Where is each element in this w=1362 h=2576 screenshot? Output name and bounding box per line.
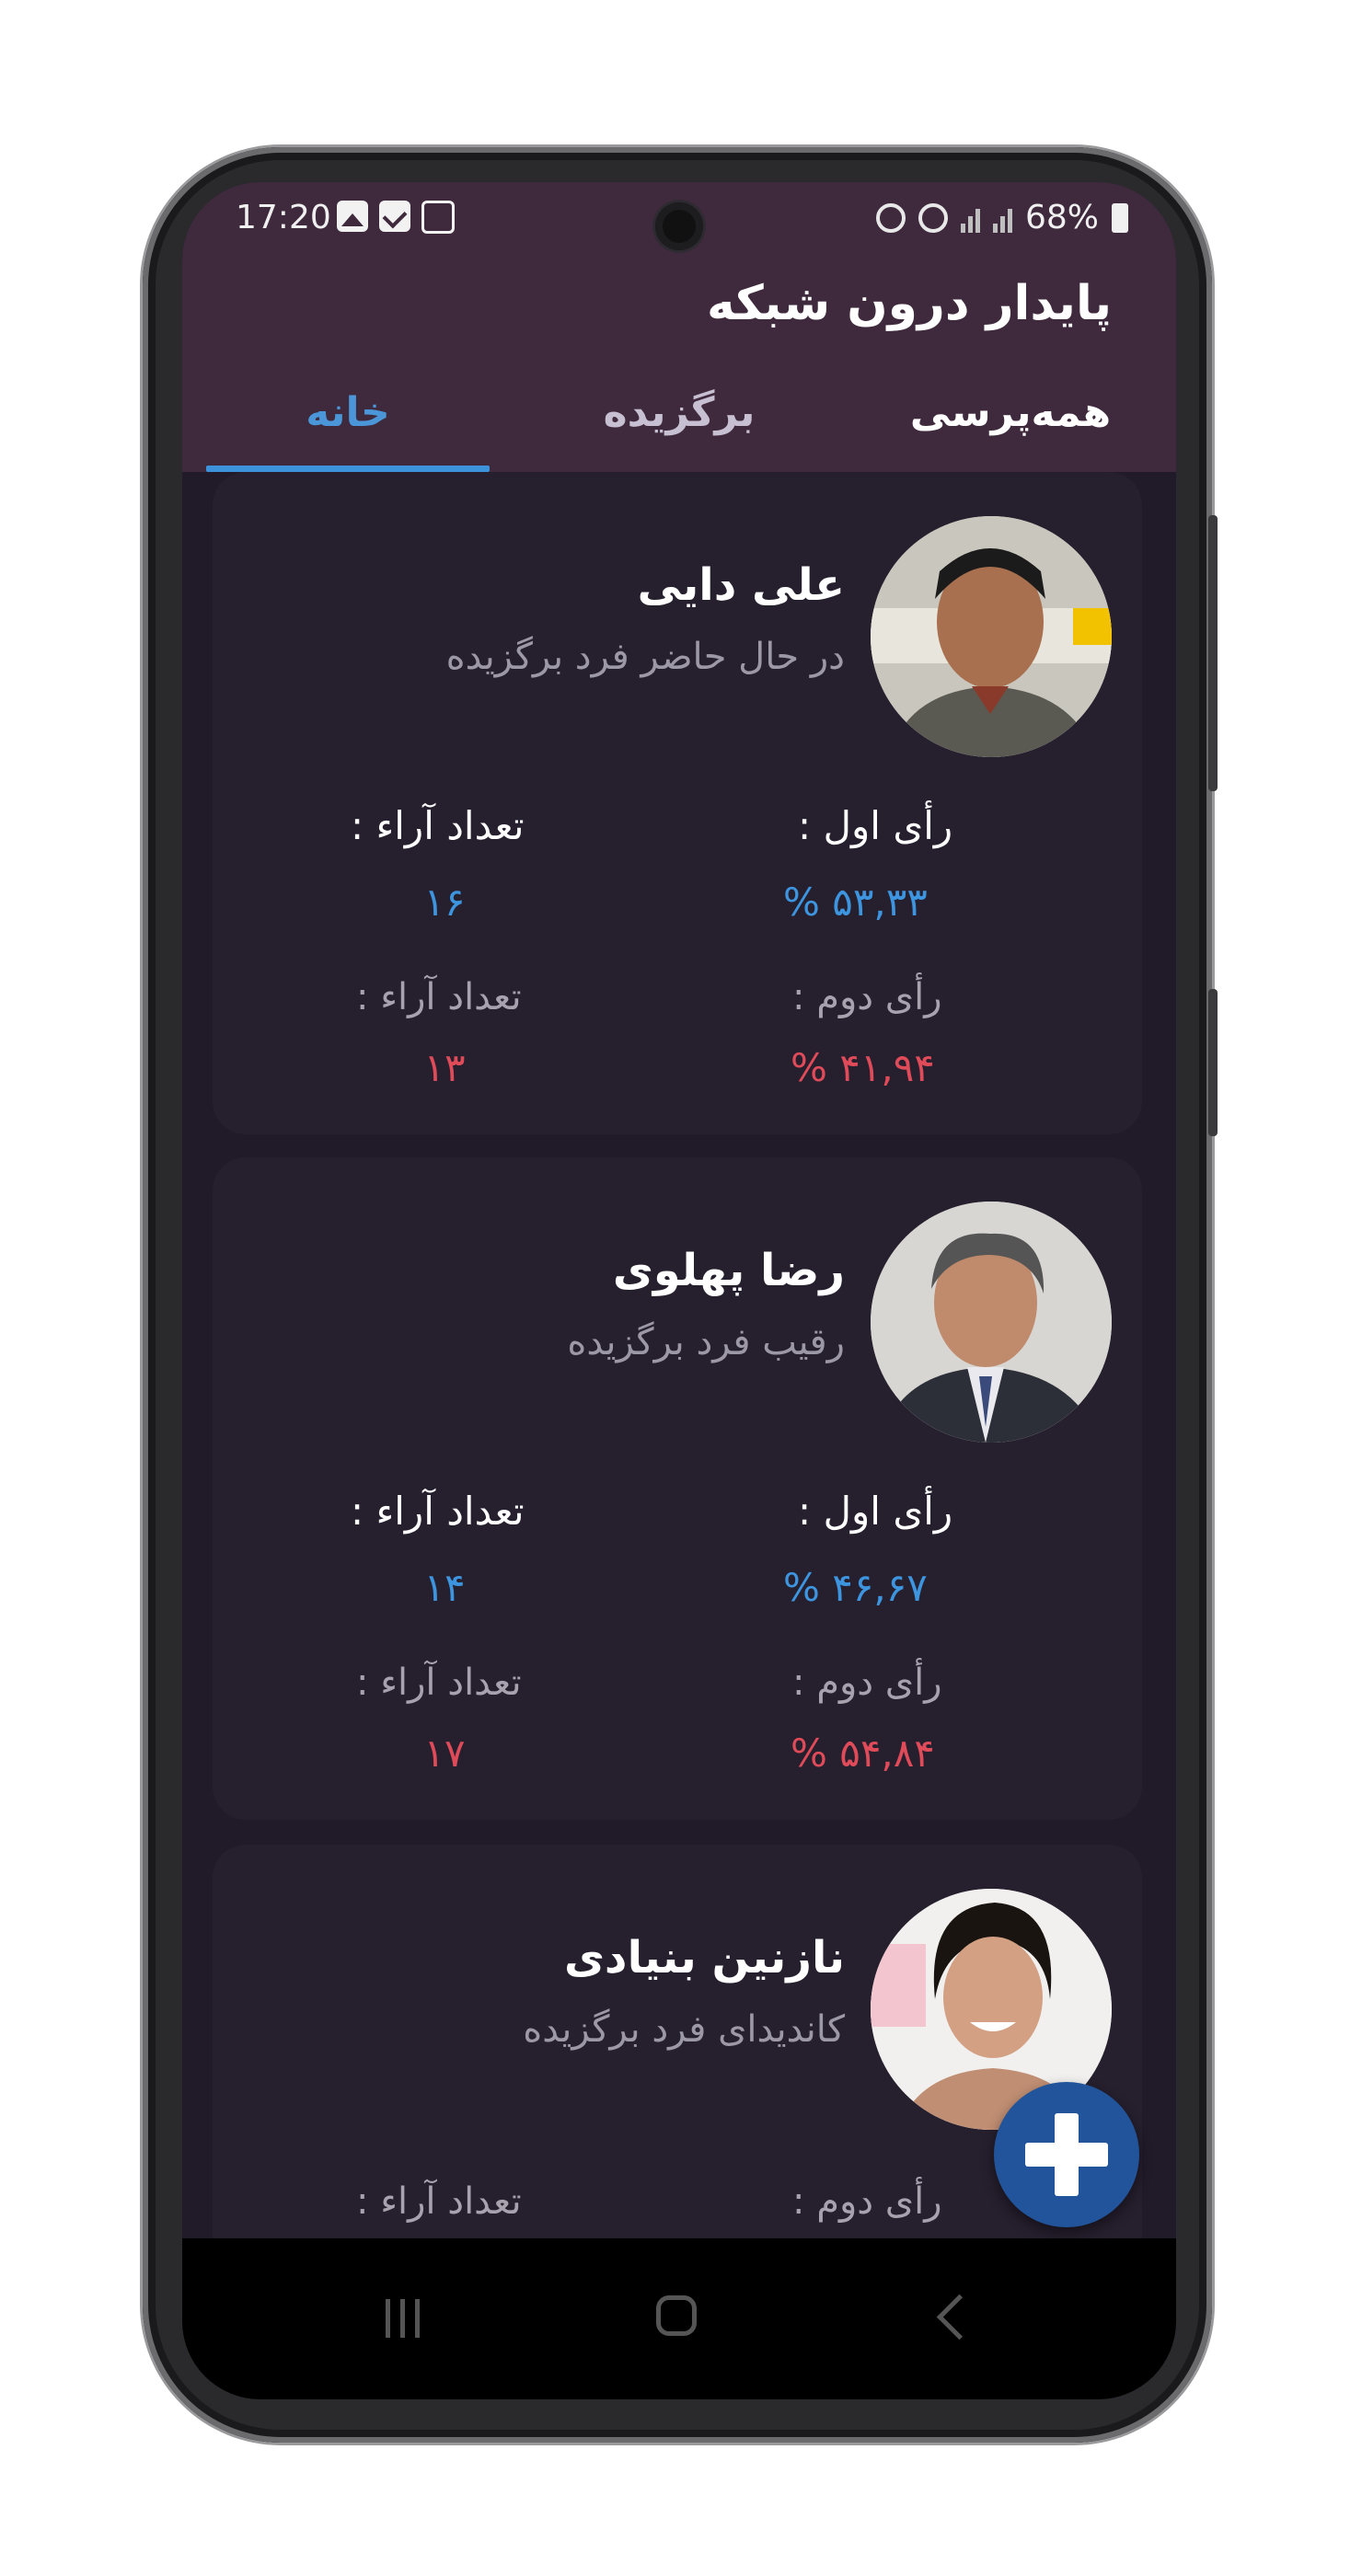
signal-icon <box>992 203 1012 233</box>
tab-home[interactable]: خانه <box>182 375 514 472</box>
first-vote-count-label: تعداد آراء : <box>351 803 525 848</box>
tab-referendum[interactable]: همه‌پرسی <box>845 375 1176 472</box>
second-vote-count: ۱۳ <box>423 1045 466 1090</box>
candidate-list[interactable]: علی دایی در حال حاضر فرد برگزیده رأی اول… <box>182 472 1176 2238</box>
candidate-name: علی دایی <box>637 559 845 611</box>
volume-button <box>1208 515 1218 791</box>
first-vote-label: رأی اول : <box>798 1489 953 1534</box>
candidate-card[interactable]: علی دایی در حال حاضر فرد برگزیده رأی اول… <box>213 472 1142 1134</box>
screen: 17:20 68% پایدار درون شبکه همه‌پرسی برگز… <box>182 182 1176 2399</box>
chip-icon <box>421 201 455 234</box>
candidate-name: رضا پهلوی <box>612 1245 845 1296</box>
first-vote-count: ۱۴ <box>423 1565 466 1610</box>
battery-percentage: 68% <box>1024 199 1099 236</box>
recent-apps-button[interactable] <box>371 2286 435 2351</box>
notification-icons <box>337 201 455 234</box>
second-vote-count-label: تعداد آراء : <box>356 2180 522 2223</box>
home-button[interactable] <box>647 2286 711 2351</box>
navigation-bar <box>182 2238 1176 2399</box>
battery-icon <box>1112 202 1128 233</box>
back-button[interactable] <box>923 2286 987 2351</box>
second-vote-count-label: تعداد آراء : <box>356 1662 522 1704</box>
candidate-name: نازنین بنیادی <box>563 1932 845 1984</box>
candidate-status: رقیب فرد برگزیده <box>567 1321 845 1363</box>
wifi-icon <box>918 202 948 233</box>
add-button[interactable] <box>994 2082 1139 2227</box>
system-icons: 68% <box>875 199 1128 236</box>
candidate-status: کاندیدای فرد برگزیده <box>523 2008 845 2051</box>
status-bar: 17:20 68% <box>182 182 1176 256</box>
first-vote-percentage: ۴۶,۶۷ % <box>783 1565 928 1610</box>
status-time: 17:20 <box>236 199 331 236</box>
second-vote-count-label: تعداد آراء : <box>356 976 522 1018</box>
power-button <box>1208 989 1218 1136</box>
first-vote-count: ۱۶ <box>423 880 466 925</box>
app-title: پایدار درون شبکه <box>706 276 1112 331</box>
candidate-card[interactable]: رضا پهلوی رقیب فرد برگزیده رأی اول : ۴۶,… <box>213 1157 1142 1820</box>
signal-icon <box>960 203 980 233</box>
candidate-status: در حال حاضر فرد برگزیده <box>445 636 845 678</box>
second-vote-label: رأی دوم : <box>792 976 942 1018</box>
second-vote-label: رأی دوم : <box>792 1662 942 1704</box>
second-vote-percentage: ۵۴,۸۴ % <box>791 1731 935 1776</box>
second-vote-percentage: ۴۱,۹۴ % <box>791 1045 935 1090</box>
avatar <box>871 1202 1112 1443</box>
check-icon <box>379 201 410 232</box>
second-vote-label: رأی دوم : <box>792 2180 942 2223</box>
alarm-icon <box>875 202 906 233</box>
first-vote-percentage: ۵۳,۳۳ % <box>783 880 928 925</box>
first-vote-label: رأی اول : <box>798 803 953 848</box>
avatar <box>871 516 1112 757</box>
tab-favorite[interactable]: برگزیده <box>514 375 845 472</box>
first-vote-count-label: تعداد آراء : <box>351 1489 525 1534</box>
tab-bar: همه‌پرسی برگزیده خانه <box>182 375 1176 472</box>
front-camera <box>655 202 703 250</box>
image-icon <box>337 201 368 232</box>
second-vote-count: ۱۷ <box>423 1731 466 1776</box>
app-bar: پایدار درون شبکه همه‌پرسی برگزیده خانه <box>182 256 1176 472</box>
